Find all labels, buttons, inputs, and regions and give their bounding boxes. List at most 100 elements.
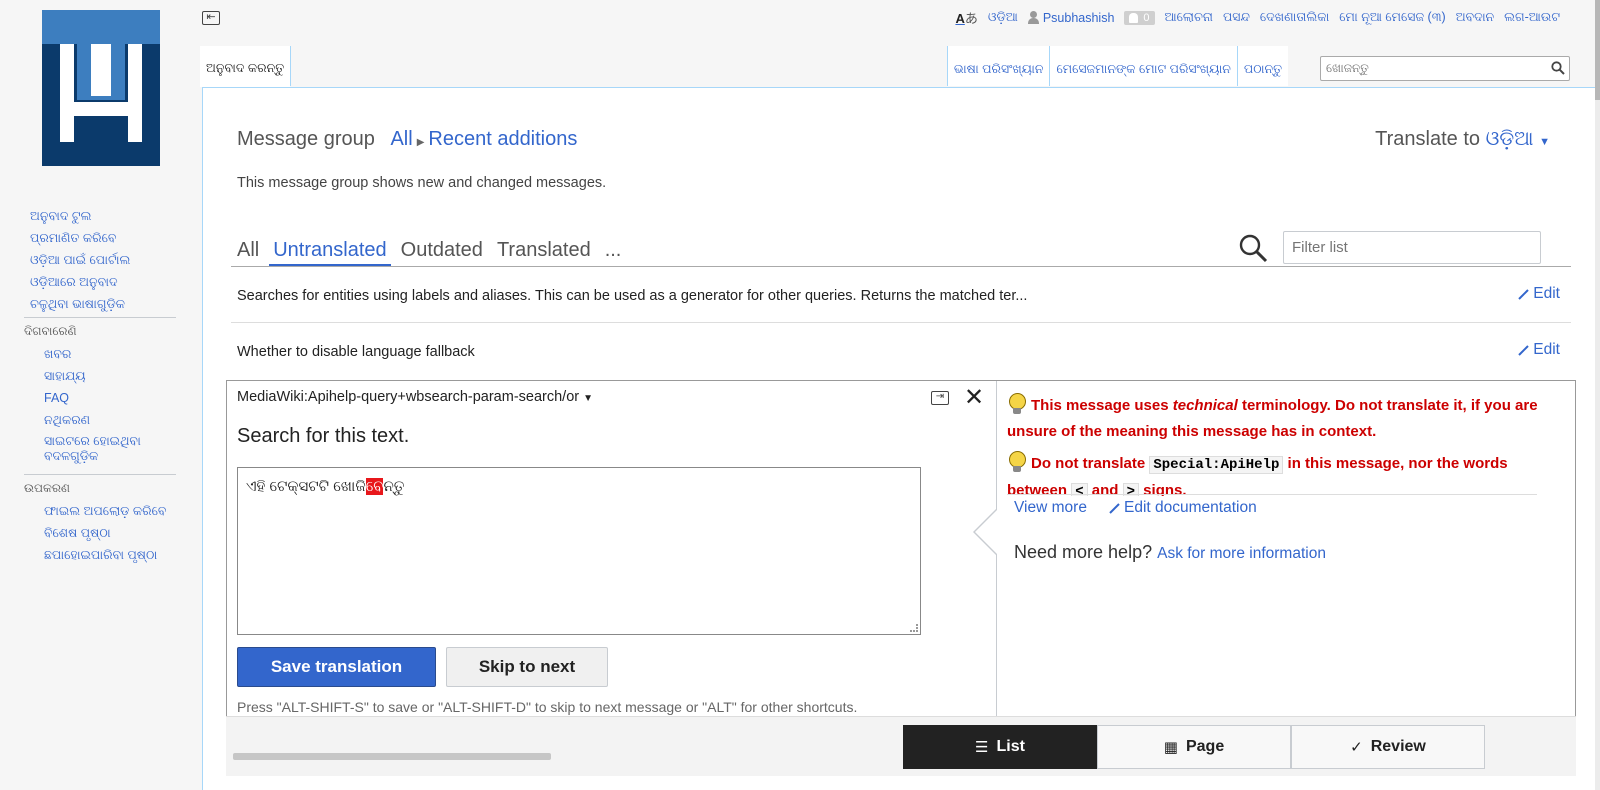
sidebar-nav: ଅନୁବାଦ ଟୁଲ ପ୍ରମାଣିତ କରିବେ ଓଡ଼ିଆ ପାଇଁ ପୋର… [30, 205, 190, 315]
sidebar-item-special-pages[interactable]: ବିଶେଷ ପୃଷ୍ଠା [44, 522, 176, 544]
personal-link-contributions[interactable]: ଅବଦାନ [1456, 10, 1494, 25]
site-search [1320, 56, 1570, 81]
horizontal-scrollbar[interactable] [233, 753, 551, 760]
sidebar-item-recent-changes[interactable]: ସାଇଟରେ ହୋଇଥିବା ବଦଳଗୁଡ଼ିକ [44, 431, 176, 468]
message-documentation: This message uses technical terminology.… [997, 391, 1572, 496]
view-list-button[interactable]: ☰ List [903, 725, 1097, 769]
sidebar-item-proofread[interactable]: ପ୍ରମାଣିତ କରିବେ [30, 227, 190, 249]
sidebar-item-documentation[interactable]: ନଥିକରଣ [44, 409, 176, 431]
sidebar-item-translation-tools[interactable]: ଅନୁବାଦ ଟୁଲ [30, 205, 190, 227]
tab-message-group-statistics[interactable]: ମେସେଜମାନଙ୍କ ମୋଟ ପରିସଂଖ୍ୟାନ [1049, 46, 1237, 86]
tab-language-statistics[interactable]: ଭାଷା ପରିସଂଖ୍ୟାନ [946, 46, 1050, 86]
user-link[interactable]: Psubhashish [1027, 10, 1115, 25]
technical-terminology-hint: This message uses technical terminology.… [1007, 393, 1552, 445]
chevron-down-icon[interactable]: ▼ [1539, 136, 1550, 148]
bell-icon [1129, 12, 1139, 23]
personal-link-talk[interactable]: ଆଲୋଚନା [1165, 10, 1213, 25]
notifications-badge[interactable]: 0 [1124, 10, 1155, 25]
filter-tab-untranslated[interactable]: Untranslated [269, 239, 391, 266]
search-icon[interactable] [1551, 61, 1565, 75]
source-message: Search for this text. [237, 425, 410, 447]
filter-search-icon[interactable] [1238, 233, 1268, 263]
translate-to-label: Translate to [1375, 128, 1481, 150]
edit-documentation-link[interactable]: Edit documentation [1109, 499, 1257, 517]
message-key-label: MediaWiki:Apihelp-query+wbsearch-param-s… [237, 389, 580, 405]
lightbulb-icon [1007, 393, 1026, 415]
sidebar-portal-tools: ଉପକରଣ ଫାଇଲ ଅପଲୋଡ଼ କରିବେ ବିଶେଷ ପୃଷ୍ଠା ଛପା… [24, 474, 176, 566]
translation-text: ନ୍ତୁ [383, 478, 405, 495]
row-divider [231, 322, 1571, 323]
page-grid-icon: ▦ [1163, 739, 1178, 756]
filter-tab-all[interactable]: All [237, 239, 259, 266]
spellcheck-error[interactable]: ବେ [365, 478, 384, 495]
search-input[interactable] [1321, 57, 1531, 79]
view-page-label: Page [1185, 738, 1225, 755]
sidebar-item-upload-file[interactable]: ଫାଇଲ ଅପଲୋଡ଼ କରିବେ [44, 500, 176, 522]
personal-link-logout[interactable]: ଲଗ-ଆଉଟ [1504, 10, 1560, 25]
editor-info-column: This message uses technical terminology.… [973, 381, 1575, 725]
close-icon[interactable]: ✕ [964, 384, 984, 412]
notifications-count: 0 [1143, 11, 1150, 24]
translatewiki-logo[interactable] [42, 10, 160, 166]
personal-link-preferences[interactable]: ପସନ୍ଦ [1223, 10, 1250, 25]
filter-tab-outdated[interactable]: Outdated [401, 239, 483, 266]
filter-tab-more[interactable]: ... [605, 239, 622, 266]
view-list-label: List [996, 738, 1025, 755]
filter-list-input[interactable] [1283, 231, 1541, 264]
skip-to-next-button[interactable]: Skip to next [446, 647, 608, 687]
edit-label: Edit [1533, 285, 1560, 302]
view-review-button[interactable]: ✓ Review [1291, 725, 1485, 769]
help-label: Need more help? [1014, 542, 1153, 562]
editor-main-column: MediaWiki:Apihelp-query+wbsearch-param-s… [227, 381, 996, 725]
target-language-selector: Translate to ଓଡ଼ିଆ ▼ [1375, 128, 1550, 151]
edit-documentation-label: Edit documentation [1124, 499, 1257, 516]
target-language-link[interactable]: ଓଡ଼ିଆ [1486, 128, 1534, 150]
view-page-button[interactable]: ▦ Page [1097, 725, 1291, 769]
chevron-down-icon: ▼ [583, 393, 594, 404]
group-all-link[interactable]: All [390, 128, 412, 150]
tab-export[interactable]: ପଠାନ୍ତୁ [1236, 46, 1288, 86]
message-row-edit-link[interactable]: Edit [1518, 285, 1560, 303]
scrollbar-thumb[interactable] [1595, 0, 1600, 100]
view-switcher: ☰ List ▦ Page ✓ Review [903, 725, 1485, 769]
translation-textarea[interactable]: ଏହି ଟେକ୍ସଟଟି ଖୋଜିବେନ୍ତୁ [237, 467, 921, 635]
ask-for-more-information-link[interactable]: Ask for more information [1157, 545, 1326, 562]
message-filter-tabs: All Untranslated Outdated Translated ... [237, 239, 621, 266]
sidebar-collapse-icon[interactable]: ⇤ [202, 11, 220, 25]
save-translation-button[interactable]: Save translation [237, 647, 436, 687]
pencil-icon [1518, 288, 1529, 300]
message-row-edit-link[interactable]: Edit [1518, 341, 1560, 359]
language-settings-icon[interactable]: Aあ [955, 8, 977, 27]
expand-editor-icon[interactable]: ⇥ [931, 391, 949, 405]
translation-editor: MediaWiki:Apihelp-query+wbsearch-param-s… [226, 380, 1576, 726]
tab-translate[interactable]: ଅନୁବାଦ କରନ୍ତୁ [200, 46, 292, 87]
message-row-text[interactable]: Searches for entities using labels and a… [237, 288, 1027, 304]
bottom-toolbar: ☰ List ▦ Page ✓ Review [226, 716, 1576, 776]
sidebar-item-printable-page[interactable]: ଛପାହୋଇପାରିବା ପୃଷ୍ଠା [44, 544, 176, 566]
pencil-icon [1109, 502, 1120, 514]
sidebar: ଅନୁବାଦ ଟୁଲ ପ୍ରମାଣିତ କରିବେ ଓଡ଼ିଆ ପାଇଁ ପୋର… [0, 0, 200, 790]
vertical-scrollbar[interactable] [1595, 0, 1600, 790]
list-icon: ☰ [975, 739, 989, 756]
sidebar-item-odia-portal[interactable]: ଓଡ଼ିଆ ପାଇଁ ପୋର୍ଟାଲ [30, 249, 190, 271]
sidebar-item-active-languages[interactable]: ଚଳୁଥିବା ଭାଷାଗୁଡ଼ିକ [30, 293, 190, 315]
personal-link-messages[interactable]: ମୋ ନୂଆ ମେସେଜ (୩) [1339, 10, 1445, 25]
sidebar-item-news[interactable]: ଖବର [44, 343, 176, 365]
sidebar-item-help[interactable]: ସାହାଯ୍ୟ [44, 365, 176, 387]
group-description: This message group shows new and changed… [237, 175, 607, 191]
group-recent-additions-link[interactable]: Recent additions [428, 128, 577, 150]
username: Psubhashish [1042, 10, 1115, 25]
resize-handle-icon[interactable] [910, 624, 918, 632]
sidebar-item-faq[interactable]: FAQ [44, 387, 176, 409]
language-selector[interactable]: ଓଡ଼ିଆ [988, 10, 1018, 25]
message-group-label: Message group [237, 128, 375, 150]
personal-link-watchlist[interactable]: ଦେଖଣାତାଲିକା [1260, 10, 1329, 25]
pencil-icon [1518, 344, 1529, 356]
filter-tab-translated[interactable]: Translated [497, 239, 591, 266]
message-key-dropdown[interactable]: MediaWiki:Apihelp-query+wbsearch-param-s… [237, 389, 593, 405]
main-content: Message group All ▶ Recent additions Trans… [202, 87, 1598, 790]
personal-toolbar: Aあ ଓଡ଼ିଆ Psubhashish 0 ଆଲୋଚନା ପସନ୍ଦ ଦେଖଣ… [955, 8, 1560, 27]
view-more-link[interactable]: View more [1014, 499, 1087, 517]
sidebar-item-translate-odia[interactable]: ଓଡ଼ିଆରେ ଅନୁବାଦ [30, 271, 190, 293]
message-row-text[interactable]: Whether to disable language fallback [237, 344, 475, 360]
